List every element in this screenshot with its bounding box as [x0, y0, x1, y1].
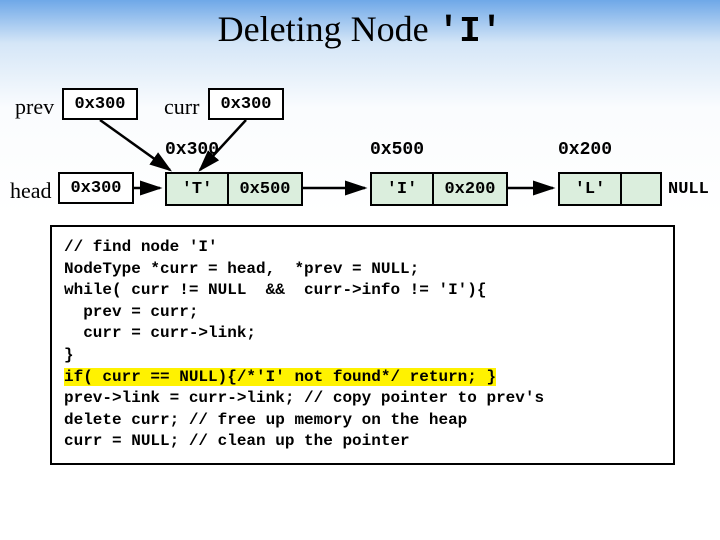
curr-pointer-value: 0x300	[220, 95, 271, 114]
code-line-8: prev->link = curr->link; // copy pointer…	[64, 389, 544, 407]
node-2: 'I' 0x200	[370, 172, 508, 206]
code-line-2: NodeType *curr = head, *prev = NULL;	[64, 260, 419, 278]
curr-pointer-box: 0x300	[208, 88, 284, 120]
prev-label: prev	[15, 94, 54, 120]
null-label: NULL	[668, 180, 709, 199]
addr-node-3: 0x200	[558, 140, 612, 160]
node-1-link: 0x500	[229, 174, 301, 204]
node-2-link: 0x200	[434, 174, 506, 204]
code-line-3: while( curr != NULL && curr->info != 'I'…	[64, 281, 486, 299]
code-line-1: // find node 'I'	[64, 238, 218, 256]
node-3: 'L'	[558, 172, 662, 206]
addr-node-1: 0x300	[165, 140, 219, 160]
head-label: head	[10, 178, 52, 204]
head-pointer-value: 0x300	[70, 179, 121, 198]
node-3-info: 'L'	[560, 174, 622, 204]
code-block: // find node 'I' NodeType *curr = head, …	[50, 225, 675, 465]
node-1: 'T' 0x500	[165, 172, 303, 206]
code-line-6: }	[64, 346, 74, 364]
head-pointer-box: 0x300	[58, 172, 134, 204]
prev-pointer-value: 0x300	[74, 95, 125, 114]
code-line-5: curr = curr->link;	[64, 324, 256, 342]
node-3-link	[622, 174, 660, 204]
node-2-info: 'I'	[372, 174, 434, 204]
prev-pointer-box: 0x300	[62, 88, 138, 120]
addr-node-2: 0x500	[370, 140, 424, 160]
code-line-10: curr = NULL; // clean up the pointer	[64, 432, 410, 450]
curr-label: curr	[164, 94, 199, 120]
node-1-info: 'T'	[167, 174, 229, 204]
code-line-7: if( curr == NULL){/*'I' not found*/ retu…	[64, 368, 496, 386]
code-line-4: prev = curr;	[64, 303, 198, 321]
code-line-9: delete curr; // free up memory on the he…	[64, 411, 467, 429]
